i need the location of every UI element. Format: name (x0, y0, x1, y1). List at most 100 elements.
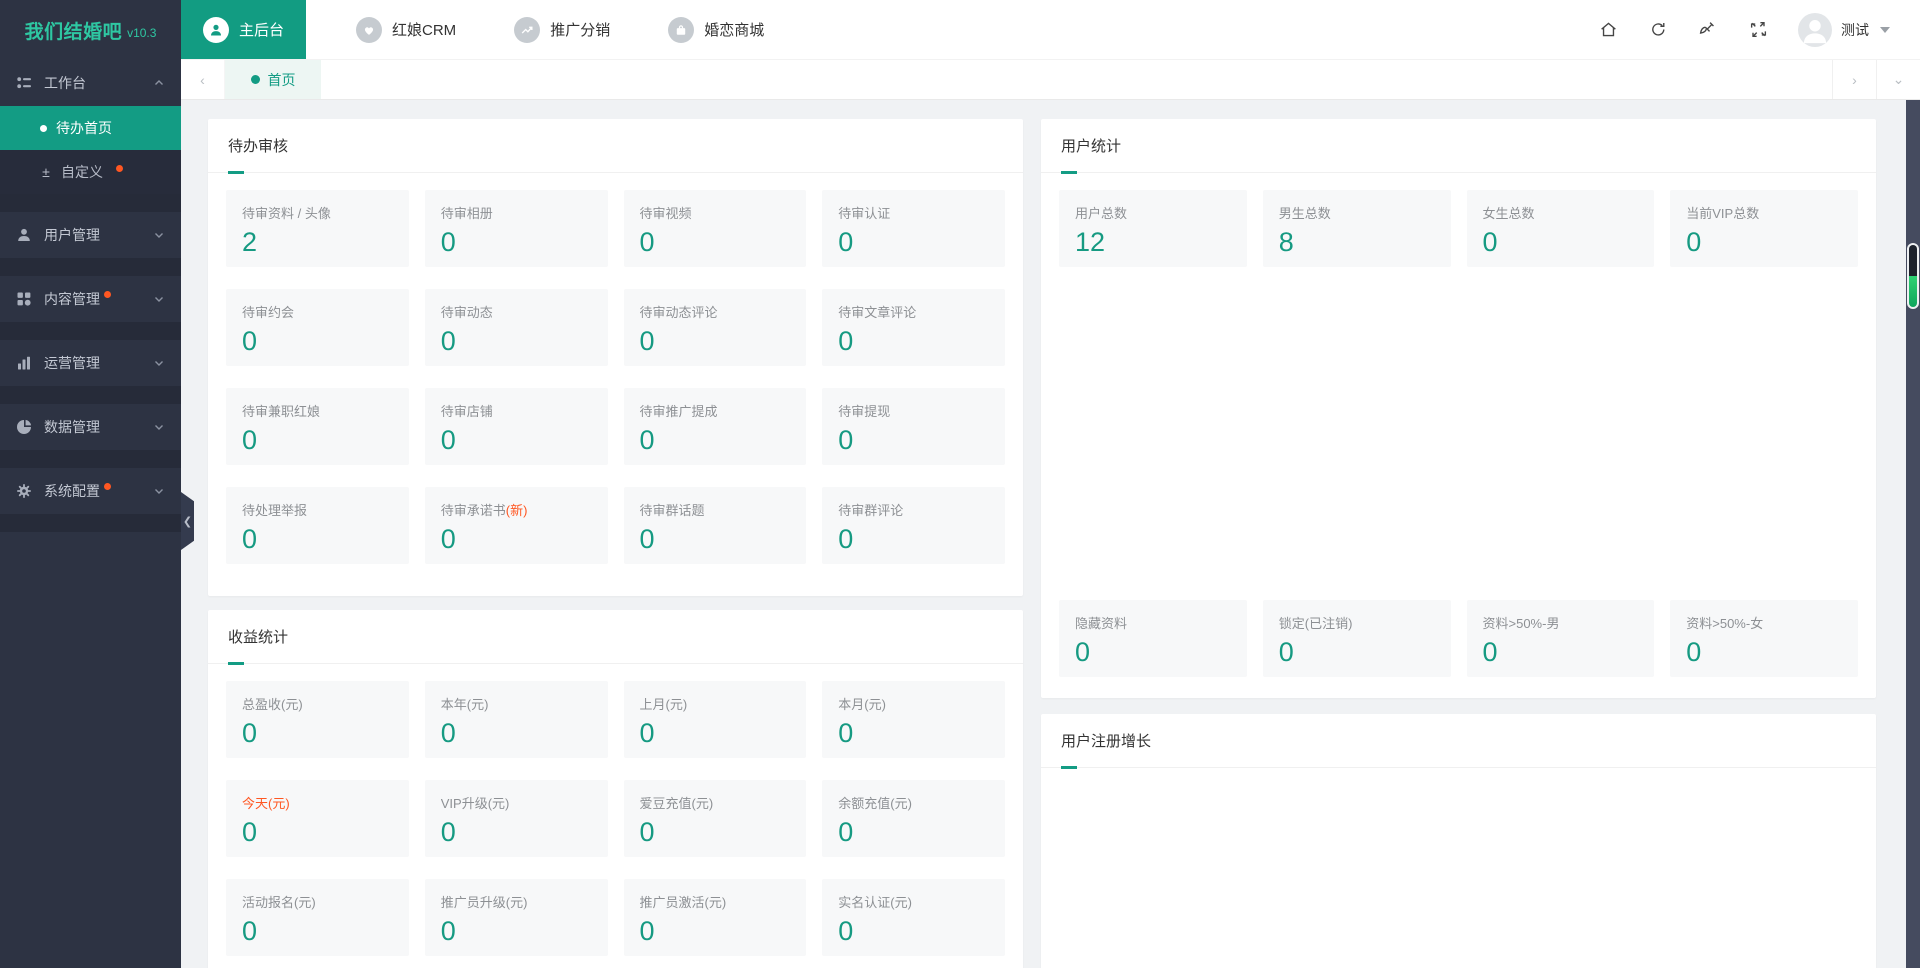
stat-label: 待审视频 (639, 206, 692, 221)
stat-tile: 总盈收(元) 0 (226, 681, 409, 758)
panel-revenue-stats: 收益统计 总盈收(元) 0 本年(元) 0 上月(元) 0 本月(元) 0 今天(元) 0 VIP升… (208, 610, 1023, 968)
stat-label: 待审群话题 (639, 503, 705, 518)
stat-tile: 本月(元) 0 (822, 681, 1005, 758)
stat-tile: 待审约会 0 (226, 289, 409, 366)
stat-tile: 待审群评论 0 (822, 487, 1005, 564)
heart-icon (356, 16, 383, 43)
header-tab-promotion[interactable]: 推广分销 (492, 0, 632, 59)
bag-icon (668, 16, 695, 43)
stat-label: 推广员升级(元) (440, 895, 528, 910)
stat-value: 2 (242, 227, 258, 257)
stat-value: 8 (1278, 227, 1294, 257)
tab-home[interactable]: 首页 (225, 60, 321, 99)
stat-label: 女生总数 (1482, 206, 1535, 221)
stat-label: 推广员激活(元) (639, 895, 727, 910)
sidebar-collapse-handle[interactable]: ❮ (181, 492, 194, 550)
chevron-left-icon: ❮ (182, 515, 193, 528)
stat-tile: 待审动态评论 0 (623, 289, 807, 366)
stat-value: 0 (1278, 637, 1294, 667)
header-tab-label: 主后台 (239, 22, 285, 39)
tabs-menu-button[interactable]: ⌄ (1876, 60, 1920, 99)
header-tab-label: 推广分销 (550, 22, 611, 39)
stat-value: 0 (838, 718, 854, 748)
clear-cache-icon[interactable] (1698, 20, 1718, 40)
stat-tile: 待审提现 0 (822, 388, 1005, 465)
chevron-down-icon (153, 485, 165, 497)
stat-label: 待审承诺书(新) (440, 503, 528, 518)
left-column: 待办审核 待审资料 / 头像 2 待审相册 0 待审视频 0 待审认证 0 待审约会 0 待审动态 0… (208, 119, 1023, 968)
stat-tile: 今天(元) 0 (226, 780, 409, 857)
stat-value: 0 (639, 916, 655, 946)
stat-label: 总盈收(元) (242, 697, 303, 712)
scrollbar-track[interactable] (1906, 100, 1920, 968)
sidebar-item-user-mgmt[interactable]: 用户管理 (0, 212, 181, 258)
workbench-icon (16, 75, 32, 91)
stat-label: 待审文章评论 (838, 305, 917, 320)
stat-tile: 女生总数 0 (1466, 190, 1655, 267)
sidebar-item-operations[interactable]: 运营管理 (0, 340, 181, 386)
stat-tile: 活动报名(元) 0 (226, 879, 409, 956)
stat-tile: 资料>50%-男 0 (1466, 600, 1655, 677)
sidebar-item-label: 运营管理 (44, 355, 100, 371)
stat-label: 资料>50%-男 (1482, 616, 1560, 631)
notification-badge-dot (104, 291, 111, 298)
refresh-icon[interactable] (1648, 20, 1668, 40)
sidebar-item-label: 待办首页 (56, 120, 112, 136)
sidebar-item-system-config[interactable]: 系统配置 (0, 468, 181, 514)
stat-value: 0 (639, 326, 655, 356)
user-menu[interactable]: 测试 (1798, 12, 1890, 47)
stat-tile: 待审推广提成 0 (623, 388, 807, 465)
stat-tile: 待审资料 / 头像 2 (226, 190, 409, 267)
scrollbar-thumb-bottom (1909, 276, 1917, 307)
home-icon[interactable] (1598, 20, 1618, 40)
stat-value: 0 (242, 425, 258, 455)
menu-separator (0, 322, 181, 340)
dashboard-content: 待办审核 待审资料 / 头像 2 待审相册 0 待审视频 0 待审认证 0 待审约会 0 待审动态 0… (181, 100, 1920, 968)
sidebar-item-custom[interactable]: ± 自定义 (0, 150, 181, 194)
scrollbar-thumb[interactable] (1907, 243, 1919, 309)
fullscreen-icon[interactable] (1748, 20, 1768, 40)
tabs-scroll-right-button[interactable]: › (1832, 60, 1876, 99)
stat-tile: 用户总数 12 (1059, 190, 1247, 267)
menu-separator (0, 194, 181, 212)
header-tab-matchmaker-crm[interactable]: 红娘CRM (334, 0, 478, 59)
stat-label: 活动报名(元) (242, 895, 316, 910)
header-tab-mall[interactable]: 婚恋商城 (646, 0, 786, 59)
stat-value: 0 (1075, 637, 1091, 667)
stat-value: 0 (838, 425, 854, 455)
person-icon (203, 16, 229, 43)
stat-tile: 锁定(已注销) 0 (1262, 600, 1451, 677)
panel-title: 待办审核 (208, 119, 1023, 174)
stat-tile: 待审认证 0 (822, 190, 1005, 267)
app-version: v10.3 (127, 26, 157, 40)
sidebar-item-content-mgmt[interactable]: 内容管理 (0, 276, 181, 322)
sidebar-item-workbench[interactable]: 工作台 (0, 60, 181, 106)
stat-label: 本年(元) (440, 697, 489, 712)
page-tabbar: ‹ 首页 › ⌄ (181, 60, 1920, 100)
tabs-scroll-left-button[interactable]: ‹ (181, 60, 225, 99)
header-tab-main-admin[interactable]: 主后台 (181, 0, 307, 59)
sidebar-item-todo-home[interactable]: 待办首页 (0, 106, 181, 150)
stat-value: 0 (1482, 637, 1498, 667)
stat-value: 0 (440, 326, 456, 356)
topbar-actions: 测试 (1598, 0, 1920, 59)
stat-value: 0 (639, 817, 655, 847)
stat-tile: 本年(元) 0 (424, 681, 608, 758)
app-title: 我们结婚吧 (24, 21, 123, 43)
menu-separator (0, 514, 181, 532)
stat-label: 待处理举报 (242, 503, 308, 518)
stat-label: 待审动态 (440, 305, 493, 320)
stat-tile: 待审文章评论 0 (822, 289, 1005, 366)
stat-tile: 隐藏资料 0 (1059, 600, 1247, 677)
stat-label: 用户总数 (1075, 206, 1128, 221)
stat-value: 0 (639, 718, 655, 748)
stat-value: 0 (440, 916, 456, 946)
sidebar-item-data-mgmt[interactable]: 数据管理 (0, 404, 181, 450)
stat-value: 0 (838, 916, 854, 946)
stat-tile: 待审兼职红娘 0 (226, 388, 409, 465)
stat-value: 0 (440, 524, 456, 554)
app-logo[interactable]: 我们结婚吧 v10.3 (0, 0, 181, 60)
stat-label: 今天(元) (242, 796, 290, 811)
stat-value: 0 (242, 524, 258, 554)
chevron-right-icon: › (1852, 71, 1857, 88)
